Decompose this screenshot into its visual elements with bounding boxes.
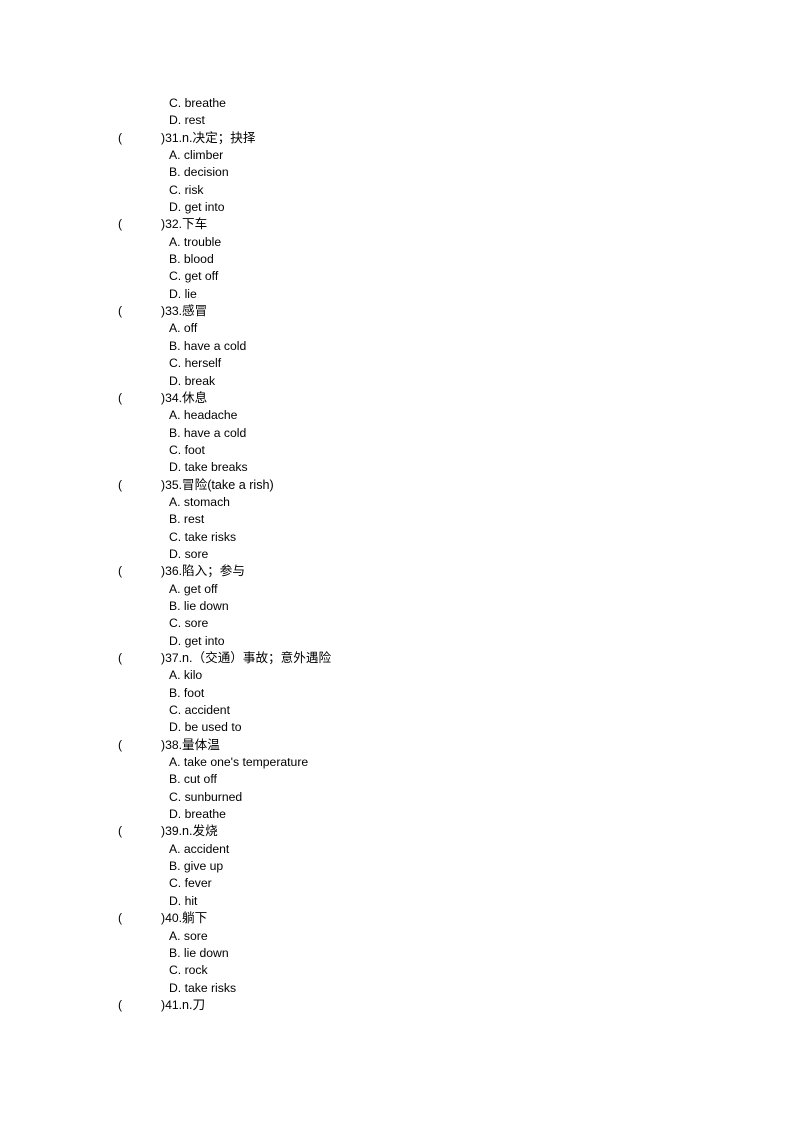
question-prompt: 量体温 xyxy=(182,737,220,752)
question-number: 41. xyxy=(165,997,183,1012)
option-line[interactable]: C. get off xyxy=(118,268,678,285)
option-line[interactable]: C. accident xyxy=(118,702,678,719)
option-line[interactable]: D. break xyxy=(118,373,678,390)
option-line[interactable]: B. cut off xyxy=(118,771,678,788)
question-stem: ()41.n.刀 xyxy=(118,997,678,1014)
answer-blank[interactable]: ( xyxy=(118,650,161,667)
question-number: 33. xyxy=(165,304,183,319)
option-line[interactable]: D. be used to xyxy=(118,719,678,736)
answer-blank[interactable]: ( xyxy=(118,130,161,147)
option-line[interactable]: C. sore xyxy=(118,615,678,632)
question-number: 40. xyxy=(165,911,183,926)
option-line[interactable]: D. lie xyxy=(118,286,678,303)
answer-blank[interactable]: ( xyxy=(118,563,161,580)
question-stem: ()35.冒险(take a rish) xyxy=(118,477,678,494)
question-prompt: 感冒 xyxy=(182,304,208,319)
option-line[interactable]: B. blood xyxy=(118,251,678,268)
option-line[interactable]: B. have a cold xyxy=(118,425,678,442)
question-stem: ()33.感冒 xyxy=(118,303,678,320)
question-prompt: 休息 xyxy=(182,390,208,405)
question-prompt: n.刀 xyxy=(182,997,206,1012)
quiz-body: C. breathe D. rest ()31.n.决定；抉择 A. climber… xyxy=(118,95,678,1014)
option-line[interactable]: D. get into xyxy=(118,633,678,650)
option-line[interactable]: B. lie down xyxy=(118,598,678,615)
answer-blank[interactable]: ( xyxy=(118,910,161,927)
question-stem: ()40.躺下 xyxy=(118,910,678,927)
question-stem: ()36.陷入；参与 xyxy=(118,563,678,580)
answer-blank[interactable]: ( xyxy=(118,390,161,407)
option-line[interactable]: C. foot xyxy=(118,442,678,459)
option-line[interactable]: B. give up xyxy=(118,858,678,875)
answer-blank[interactable]: ( xyxy=(118,737,161,754)
question-stem: ()32.下车 xyxy=(118,216,678,233)
option-line[interactable]: A. off xyxy=(118,320,678,337)
question-number: 34. xyxy=(165,390,183,405)
option-line[interactable]: D. breathe xyxy=(118,806,678,823)
option-line: C. breathe xyxy=(169,96,226,110)
option-line[interactable]: D. take risks xyxy=(118,980,678,997)
leading-options-group: C. breathe D. rest xyxy=(118,95,678,130)
question-number: 36. xyxy=(165,564,183,579)
option-line[interactable]: B. decision xyxy=(118,164,678,181)
question-stem: ()38.量体温 xyxy=(118,737,678,754)
option-line[interactable]: A. get off xyxy=(118,581,678,598)
option-line[interactable]: A. stomach xyxy=(118,494,678,511)
option-line[interactable]: B. have a cold xyxy=(118,338,678,355)
question-stem: ()31.n.决定；抉择 xyxy=(118,130,678,147)
question-prompt: n.（交通）事故；意外遇险 xyxy=(182,651,332,665)
question-number: 35. xyxy=(165,477,183,492)
option-line[interactable]: C. sunburned xyxy=(118,789,678,806)
answer-blank[interactable]: ( xyxy=(118,997,161,1014)
question-number: 39. xyxy=(165,824,183,839)
option-line[interactable]: A. sore xyxy=(118,928,678,945)
question-list: ()31.n.决定；抉择 A. climber B. decision C. risk… xyxy=(118,130,678,1015)
question-prompt: 下车 xyxy=(182,217,208,232)
option-line[interactable]: C. risk xyxy=(118,182,678,199)
answer-blank[interactable]: ( xyxy=(118,823,161,840)
option-line[interactable]: A. trouble xyxy=(118,234,678,251)
question-prompt: n.发烧 xyxy=(182,824,218,839)
option-line[interactable]: A. headache xyxy=(118,407,678,424)
answer-blank[interactable]: ( xyxy=(118,303,161,320)
option-line[interactable]: B. rest xyxy=(118,511,678,528)
option-line[interactable]: C. rock xyxy=(118,962,678,979)
question-number: 38. xyxy=(165,737,183,752)
question-number: 31. xyxy=(165,130,183,145)
option-line[interactable]: C. take risks xyxy=(118,529,678,546)
option-line[interactable]: D. hit xyxy=(118,893,678,910)
option-line[interactable]: D. get into xyxy=(118,199,678,216)
option-line[interactable]: C. fever xyxy=(118,875,678,892)
option-line[interactable]: B. lie down xyxy=(118,945,678,962)
option-line[interactable]: B. foot xyxy=(118,685,678,702)
option-line[interactable]: C. herself xyxy=(118,355,678,372)
question-stem: ()34.休息 xyxy=(118,390,678,407)
document-page: C. breathe D. rest ()31.n.决定；抉择 A. climber… xyxy=(0,0,794,1123)
question-prompt: 陷入；参与 xyxy=(182,564,245,579)
question-number: 37. xyxy=(165,651,183,665)
option-line: D. rest xyxy=(169,113,205,128)
question-prompt: n.决定；抉择 xyxy=(182,130,256,145)
option-line[interactable]: A. kilo xyxy=(118,667,678,684)
question-prompt: 躺下 xyxy=(182,911,208,926)
option-line[interactable]: A. accident xyxy=(118,841,678,858)
answer-blank[interactable]: ( xyxy=(118,477,161,494)
question-number: 32. xyxy=(165,217,183,232)
question-stem: ()39.n.发烧 xyxy=(118,823,678,840)
option-line[interactable]: D. take breaks xyxy=(118,459,678,476)
question-stem: ()37.n.（交通）事故；意外遇险 xyxy=(118,650,678,667)
answer-blank[interactable]: ( xyxy=(118,216,161,233)
option-line[interactable]: D. sore xyxy=(118,546,678,563)
option-line[interactable]: A. take one's temperature xyxy=(118,754,678,771)
question-prompt: 冒险(take a rish) xyxy=(182,477,274,492)
option-line[interactable]: A. climber xyxy=(118,147,678,164)
